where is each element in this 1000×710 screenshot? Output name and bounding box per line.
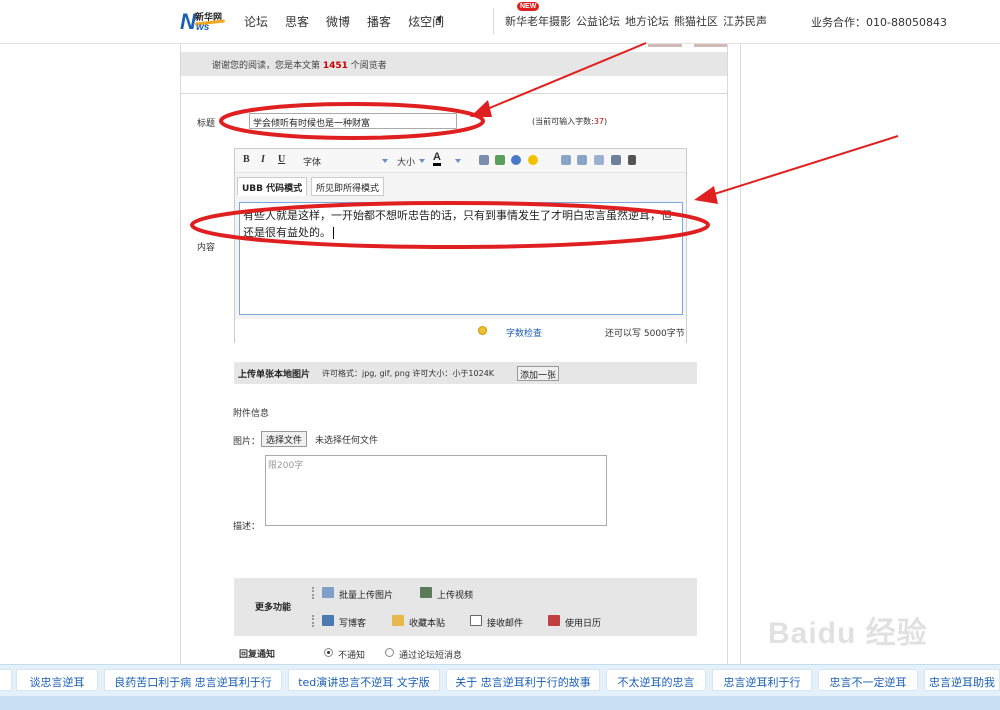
annotation-overlay bbox=[190, 42, 899, 249]
annotation-arrow-line bbox=[479, 42, 647, 113]
annotation-arrowhead bbox=[470, 100, 492, 117]
annotation-arrowhead bbox=[694, 186, 718, 204]
content-highlight-ellipse bbox=[190, 201, 710, 249]
annotation-arrow-line bbox=[707, 135, 899, 197]
title-highlight-ellipse bbox=[219, 102, 485, 140]
